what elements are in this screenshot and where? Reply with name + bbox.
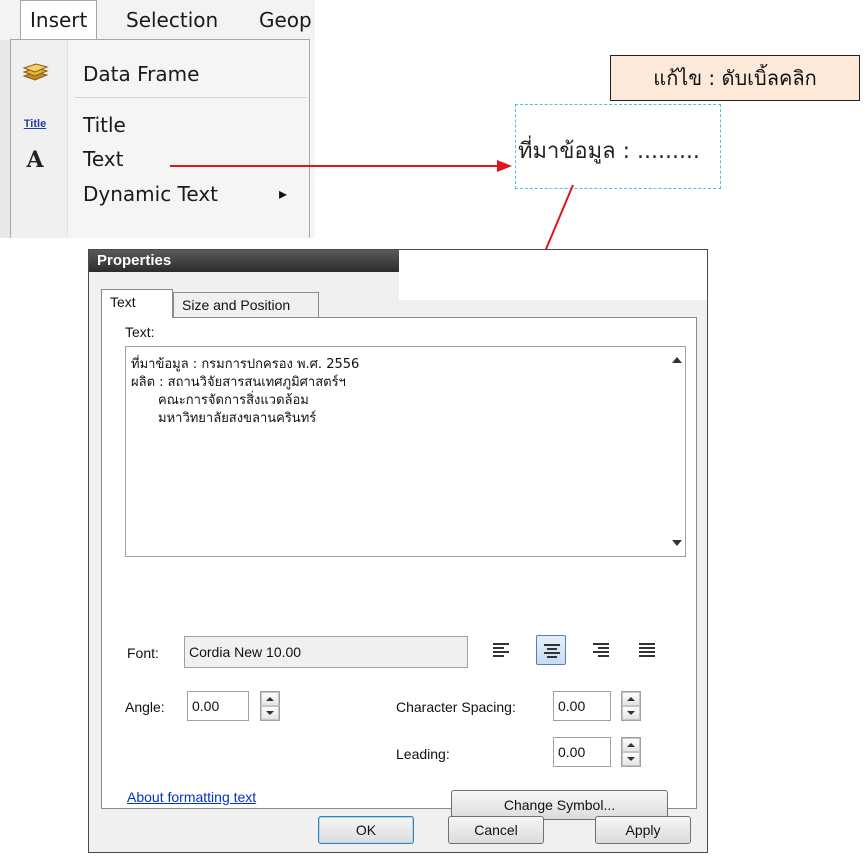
map-text-element[interactable]: ที่มาข้อมูล : .........: [515, 104, 721, 189]
text-label: Text:: [125, 324, 155, 340]
menu-item-label: Title: [83, 113, 126, 137]
ok-button[interactable]: OK: [318, 816, 414, 844]
cancel-button[interactable]: Cancel: [448, 816, 544, 844]
character-spacing-input[interactable]: 0.00: [553, 691, 611, 721]
spin-up-icon[interactable]: [622, 692, 640, 706]
spin-up-icon[interactable]: [622, 738, 640, 752]
spin-down-icon[interactable]: [622, 706, 640, 720]
leading-spinner[interactable]: [621, 737, 641, 767]
spin-down-icon[interactable]: [622, 752, 640, 766]
text-content-area[interactable]: ที่มาข้อมูล : กรมการปกครอง พ.ศ. 2556 ผลิ…: [125, 346, 686, 557]
menu-bar: Insert Selection Geop: [0, 0, 315, 40]
align-right-button[interactable]: [586, 635, 616, 665]
apply-button[interactable]: Apply: [595, 816, 691, 844]
spin-down-icon[interactable]: [261, 706, 279, 720]
character-spacing-label: Character Spacing:: [396, 699, 516, 715]
menu-item-label: Dynamic Text: [83, 182, 219, 206]
cropped-region: [399, 250, 707, 300]
text-line: มหาวิทยาลัยสงขลานครินทร์: [158, 411, 317, 426]
angle-spinner[interactable]: [260, 691, 280, 721]
menu-item-dynamic-text[interactable]: Dynamic Text ▸: [11, 176, 309, 212]
text-area-scrollbar[interactable]: [668, 347, 685, 556]
data-frame-icon: [19, 60, 51, 88]
menu-geoprocessing[interactable]: Geop: [251, 0, 315, 40]
align-left-button[interactable]: [486, 635, 516, 665]
scroll-down-icon[interactable]: [672, 540, 682, 546]
font-label: Font:: [127, 645, 159, 661]
spin-up-icon[interactable]: [261, 692, 279, 706]
menu-item-data-frame[interactable]: Data Frame: [11, 56, 309, 92]
instruction-note: แก้ไข : ดับเบิ้ลคลิก: [610, 55, 860, 101]
dialog-titlebar: Properties: [89, 250, 399, 272]
align-justify-button[interactable]: [632, 635, 662, 665]
arrow-head-icon: [497, 160, 512, 172]
leading-input[interactable]: 0.00: [553, 737, 611, 767]
angle-label: Angle:: [125, 699, 165, 715]
menu-separator: [75, 97, 307, 98]
menu-insert[interactable]: Insert: [20, 0, 98, 40]
text-a-icon: A: [26, 147, 44, 173]
menu-item-title[interactable]: Title Title: [11, 107, 309, 143]
align-center-button[interactable]: [536, 635, 566, 665]
text-tab-panel: Text: ที่มาข้อมูล : กรมการปกครอง พ.ศ. 25…: [101, 317, 697, 820]
properties-dialog: Properties Text Size and Position Text: …: [88, 249, 708, 853]
menu-item-label: Data Frame: [83, 62, 200, 86]
menu-item-text[interactable]: A Text: [11, 141, 309, 177]
dialog-title: Properties: [97, 252, 172, 269]
insert-dropdown: Data Frame Title Title A Text Dynamic Te…: [10, 39, 310, 238]
menu-selection[interactable]: Selection: [118, 0, 226, 40]
character-spacing-spinner[interactable]: [621, 691, 641, 721]
font-field[interactable]: Cordia New 10.00: [184, 636, 468, 668]
submenu-arrow-icon: ▸: [279, 184, 288, 203]
title-icon: Title: [23, 118, 47, 130]
toolbar-edge: [0, 40, 10, 238]
about-formatting-text-link[interactable]: About formatting text: [127, 789, 256, 805]
map-text-element-content: ที่มาข้อมูล : .........: [518, 139, 700, 164]
insert-menu-screenshot: Insert Selection Geop Data Frame Title T…: [0, 0, 315, 238]
scroll-up-icon[interactable]: [672, 357, 682, 363]
angle-input[interactable]: 0.00: [187, 691, 249, 721]
menu-item-label: Text: [83, 147, 124, 171]
tab-text[interactable]: Text: [101, 289, 173, 318]
tab-size-and-position[interactable]: Size and Position: [173, 292, 319, 318]
leading-label: Leading:: [396, 746, 450, 762]
